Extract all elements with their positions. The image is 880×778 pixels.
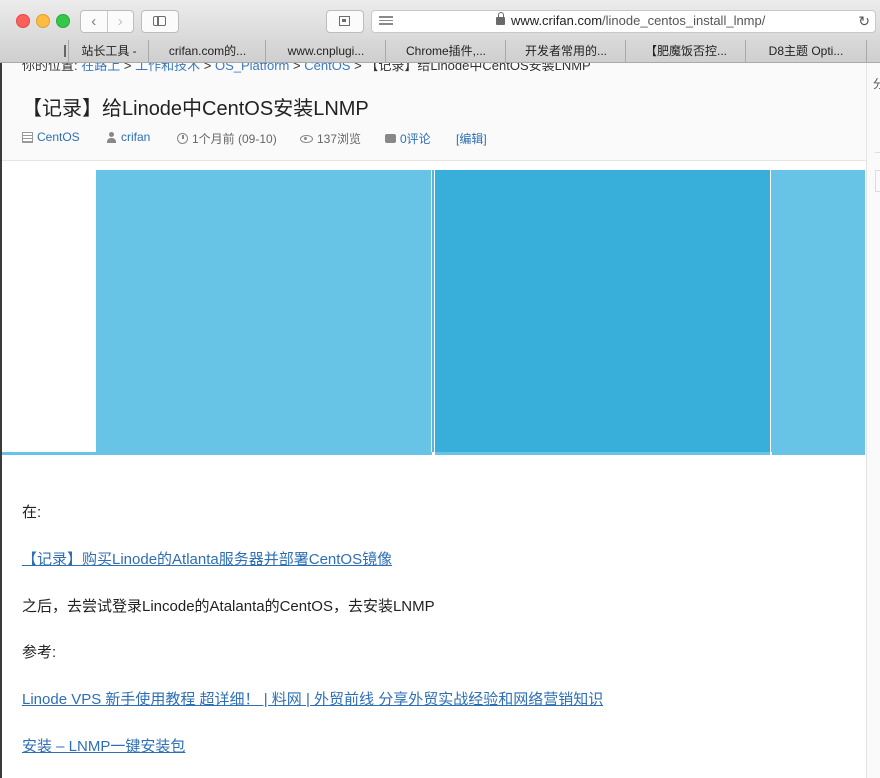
- breadcrumb-separator: >: [203, 63, 212, 73]
- reference-link[interactable]: Linode VPS 新手使用教程 超详细！ | 料网 | 外贸前线 分享外贸实…: [22, 691, 603, 708]
- eye-icon: [300, 134, 313, 143]
- bookmark-item[interactable]: www.cnplugi...: [265, 40, 386, 62]
- paragraph: 在:: [22, 504, 42, 521]
- show-sidebar-button[interactable]: [141, 10, 179, 33]
- bookmark-stub[interactable]: [8, 40, 68, 62]
- meta-category: CentOS: [22, 130, 80, 144]
- url-path: /linode_centos_install_lnmp/: [602, 13, 766, 28]
- tabs-icon: [339, 16, 350, 26]
- breadcrumb-separator: >: [293, 63, 301, 73]
- bookmarks-bar: 站长工具 - crifan.com的... www.cnplugi... Chr…: [0, 40, 880, 63]
- window-edge: [0, 63, 2, 778]
- url-domain: www.crifan.com: [511, 13, 603, 28]
- banner-divider: [432, 170, 434, 452]
- meta-date: 1个月前 (09-10): [177, 130, 277, 147]
- post-header: 你的位置: 在路上 > 工作和技术 > OS_Platform > CentOS…: [0, 63, 866, 161]
- bookmark-item[interactable]: crifan.com的...: [148, 40, 266, 62]
- view-count: 137浏览: [317, 132, 362, 146]
- bookmark-item[interactable]: 站长工具 -: [68, 40, 149, 62]
- breadcrumb: 你的位置: 在路上 > 工作和技术 > OS_Platform > CentOS…: [22, 63, 591, 74]
- banner-panel-left: [96, 170, 431, 452]
- user-icon: [106, 131, 117, 143]
- bookmark-item[interactable]: D8主题 Opti...: [745, 40, 867, 62]
- reference-link[interactable]: 安装 – LNMP一键安装包: [22, 738, 185, 755]
- right-sidebar: 分: [866, 63, 880, 778]
- clock-icon: [177, 133, 188, 144]
- category-link[interactable]: CentOS: [37, 130, 80, 144]
- meta-author: crifan: [106, 130, 150, 144]
- paragraph: 安装 – LNMP一键安装包: [22, 735, 185, 756]
- tab-overview-button[interactable]: [326, 10, 364, 33]
- breadcrumb-separator: >: [354, 63, 362, 73]
- back-button[interactable]: ‹: [81, 11, 107, 32]
- paragraph: 【记录】购买Linode的Atlanta服务器并部署CentOS镜像: [22, 548, 392, 569]
- comment-icon: [385, 134, 396, 143]
- banner-panel-center: [435, 170, 770, 452]
- paragraph: 之后，去尝试登录Lincode的Atalanta的CentOS，去安装LNMP: [22, 598, 435, 615]
- post-title: 【记录】给Linode中CentOS安装LNMP: [22, 98, 369, 120]
- url-text[interactable]: www.crifan.com/linode_centos_install_lnm…: [511, 13, 765, 28]
- browser-toolbar: ‹ › www.crifan.com/linode_centos_install…: [0, 0, 880, 41]
- paragraph: 参考:: [22, 644, 57, 661]
- sidebar-icon: [153, 16, 166, 26]
- address-bar[interactable]: www.crifan.com/linode_centos_install_lnm…: [371, 10, 876, 33]
- breadcrumb-link[interactable]: 在路上: [81, 63, 120, 73]
- reload-icon[interactable]: ↻: [858, 13, 870, 30]
- meta-views: 137浏览: [300, 130, 361, 147]
- zoom-window-button[interactable]: [56, 14, 70, 28]
- category-icon: [22, 131, 33, 143]
- banner-panel-right: [771, 170, 865, 455]
- edit-link[interactable]: [编辑]: [456, 130, 487, 147]
- sidebar-label: 分: [873, 77, 880, 91]
- bookmark-item[interactable]: 开发者常用的...: [505, 40, 626, 62]
- breadcrumb-link[interactable]: OS_Platform: [215, 63, 289, 73]
- comments-link[interactable]: 0评论: [400, 130, 431, 147]
- browser-window: ‹ › www.crifan.com/linode_centos_install…: [0, 0, 880, 778]
- reader-view-icon[interactable]: [379, 16, 393, 27]
- breadcrumb-link[interactable]: CentOS: [304, 63, 350, 73]
- close-window-button[interactable]: [16, 14, 30, 28]
- breadcrumb-separator: >: [123, 63, 132, 73]
- chevron-right-icon: ›: [117, 13, 123, 30]
- forward-button[interactable]: ›: [106, 11, 134, 32]
- related-post-link[interactable]: 【记录】购买Linode的Atlanta服务器并部署CentOS镜像: [22, 551, 392, 568]
- bookmark-item[interactable]: 【肥魔饭否控...: [625, 40, 746, 62]
- breadcrumb-prefix: 你的位置:: [22, 63, 78, 73]
- lock-icon: [496, 12, 505, 25]
- breadcrumb-current: 【记录】给Linode中CentOS安装LNMP: [365, 63, 591, 73]
- minimize-window-button[interactable]: [36, 14, 50, 28]
- paragraph: Linode VPS 新手使用教程 超详细！ | 料网 | 外贸前线 分享外贸实…: [22, 688, 603, 709]
- history-nav: ‹ ›: [80, 10, 134, 33]
- meta-edit: [编辑]: [456, 130, 487, 147]
- web-page: 你的位置: 在路上 > 工作和技术 > OS_Platform > CentOS…: [0, 63, 880, 778]
- chevron-left-icon: ‹: [91, 13, 97, 30]
- post-date: 1个月前 (09-10): [192, 132, 277, 146]
- bookmark-item[interactable]: Chrome插件,...: [385, 40, 506, 62]
- breadcrumb-link[interactable]: 工作和技术: [135, 63, 200, 73]
- author-link[interactable]: crifan: [121, 130, 150, 144]
- meta-comments: 0评论: [385, 130, 431, 147]
